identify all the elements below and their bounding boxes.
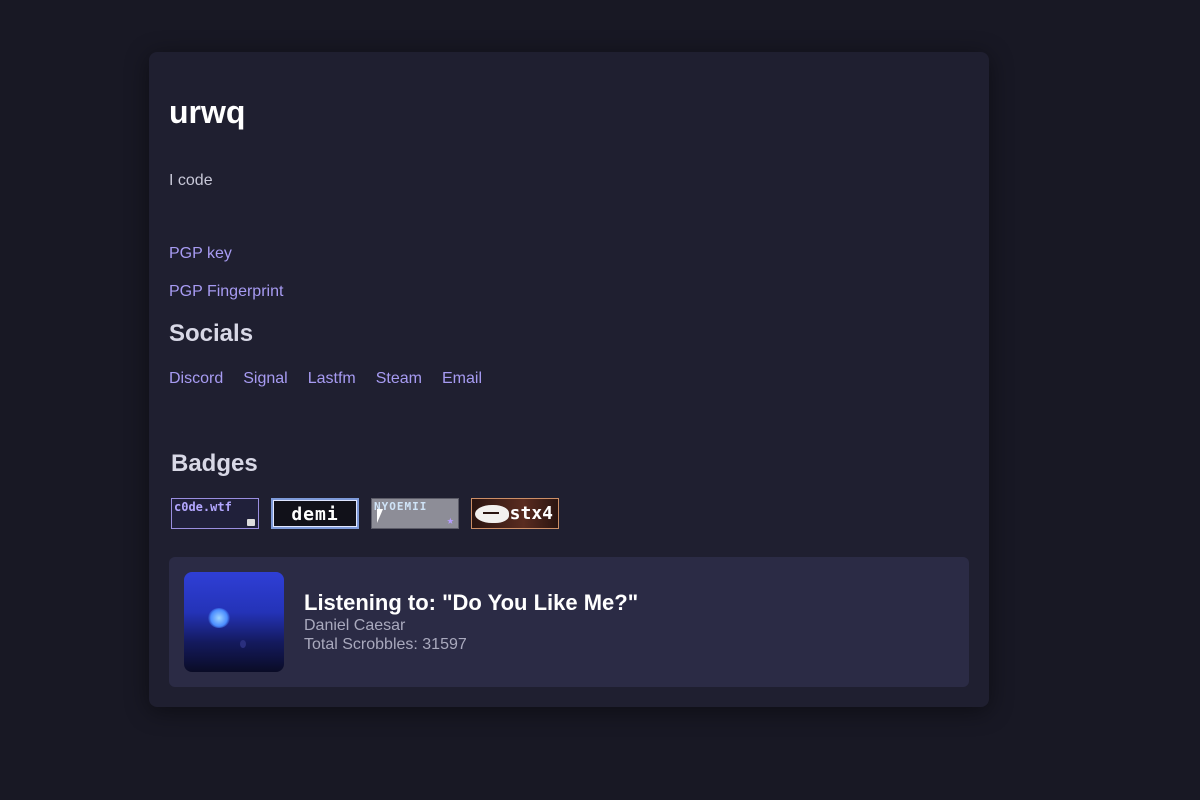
badge-label: c0de.wtf	[174, 500, 232, 514]
badge-label: demi	[291, 504, 339, 525]
now-playing-artist: Daniel Caesar	[304, 617, 406, 634]
now-playing-scrobbles: Total Scrobbles: 31597	[304, 636, 467, 653]
socials-list: Discord Signal Lastfm Steam Email	[169, 370, 482, 388]
social-link-steam[interactable]: Steam	[376, 370, 422, 388]
username: urwq	[169, 94, 246, 130]
shadow-figure-icon	[240, 640, 246, 648]
badge-demi[interactable]: demi	[271, 498, 359, 529]
pgp-fingerprint-link[interactable]: PGP Fingerprint	[169, 283, 283, 301]
badges-list: c0de.wtf demi NYOEMII ★ stx4	[171, 498, 559, 529]
cat-icon	[247, 519, 255, 526]
social-link-discord[interactable]: Discord	[169, 370, 223, 388]
profile-card: urwq I code PGP key PGP Fingerprint Soci…	[149, 52, 989, 707]
badge-c0de-wtf[interactable]: c0de.wtf	[171, 498, 259, 529]
social-link-lastfm[interactable]: Lastfm	[308, 370, 356, 388]
now-playing-info: Listening to: "Do You Like Me?" Daniel C…	[304, 590, 638, 654]
cursor-icon	[377, 509, 383, 523]
now-playing-card: Listening to: "Do You Like Me?" Daniel C…	[169, 557, 969, 687]
now-playing-title: Listening to: "Do You Like Me?"	[304, 590, 639, 615]
album-cover	[184, 572, 284, 672]
socials-heading: Socials	[169, 320, 254, 347]
badge-nyoemii[interactable]: NYOEMII ★	[371, 498, 459, 529]
badge-stx4[interactable]: stx4	[471, 498, 559, 529]
badges-heading: Badges	[171, 450, 258, 477]
pgp-key-link[interactable]: PGP key	[169, 245, 232, 263]
bio: I code	[169, 172, 213, 189]
badge-label: stx4	[509, 503, 553, 524]
glow-figure-icon	[208, 608, 230, 628]
cat-face-icon	[475, 505, 509, 523]
star-icon: ★	[446, 513, 454, 527]
social-link-signal[interactable]: Signal	[243, 370, 287, 388]
social-link-email[interactable]: Email	[442, 370, 482, 388]
